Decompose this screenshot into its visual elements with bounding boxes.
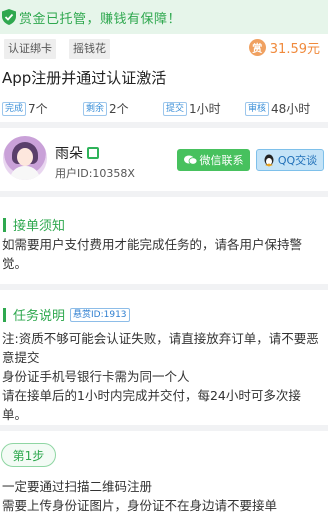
task-card: 认证绑卡 摇钱花 赏 31.59元 App注册并通过认证激活 完成 7个 剩余 … (0, 34, 328, 122)
reward-price: 赏 31.59元 (248, 38, 320, 57)
notice-header: 接单须知 (3, 215, 65, 234)
step-line: 一定要通过扫描二维码注册 (2, 479, 153, 494)
description-body: 注:资质不够可能会认证失败，请直接放弃订单，请不要恶意提交 身份证手机号银行卡需… (2, 329, 324, 424)
description-title: 任务说明 (13, 309, 66, 324)
task-tag: 认证绑卡 (4, 39, 56, 59)
qq-chat-label: QQ交谈 (277, 154, 318, 167)
stat-submit-time: 提交 1小时 (163, 100, 221, 117)
stat-label: 完成 (2, 101, 27, 116)
stat-value: 2个 (109, 102, 129, 116)
section-accent-bar (3, 217, 6, 232)
stat-value: 48小时 (271, 102, 311, 116)
section-accent-bar (3, 307, 6, 322)
description-header: 任务说明 悬赏ID:1913 (3, 305, 130, 324)
description-line: 请在接单后的1小时内完成并交付，每24小时可多次接单。 (2, 388, 301, 422)
task-tag: 摇钱花 (69, 39, 110, 59)
stat-label: 提交 (163, 101, 188, 116)
stat-remaining: 剩余 2个 (83, 100, 129, 117)
qq-penguin-icon (264, 154, 274, 166)
step-section: 第1步 一定要通过扫描二维码注册 需要上传身份证图片，身份证不在身边请不要接单 (0, 431, 328, 522)
escrow-banner: 赏金已托管，赚钱有保障！ (0, 0, 328, 34)
price-value: 31.59元 (269, 42, 320, 57)
publisher-name-row: 雨朵 (55, 143, 99, 163)
step-line: 需要上传身份证图片，身份证不在身边请不要接单 (2, 498, 278, 513)
description-line: 身份证手机号银行卡需为同一个人 (2, 369, 190, 384)
task-title: App注册并通过认证激活 (2, 69, 167, 87)
notice-title: 接单须知 (13, 219, 66, 234)
step-label: 第1步 (1, 443, 56, 467)
notice-text: 如需要用户支付费用才能完成任务的，请各用户保持警觉。 (2, 237, 303, 271)
shield-check-icon (2, 9, 16, 25)
escrow-banner-text: 赏金已托管，赚钱有保障！ (19, 11, 182, 27)
stat-label: 剩余 (83, 101, 108, 116)
publisher-name: 雨朵 (55, 146, 83, 162)
stat-value: 7个 (28, 102, 48, 116)
description-section: 任务说明 悬赏ID:1913 注:资质不够可能会认证失败，请直接放弃订单，请不要… (0, 290, 328, 425)
publisher-id: 用户ID:10358X (55, 167, 135, 180)
wechat-contact-button[interactable]: 微信联系 (177, 149, 250, 171)
wechat-contact-label: 微信联系 (199, 154, 244, 167)
verified-phone-icon (87, 147, 99, 159)
description-line: 注:资质不够可能会认证失败，请直接放弃订单，请不要恶意提交 (2, 331, 319, 365)
reward-coin-icon: 赏 (248, 39, 266, 56)
wechat-icon (183, 155, 197, 165)
stat-label: 审核 (245, 101, 270, 116)
notice-section: 接单须知 如需要用户支付费用才能完成任务的，请各用户保持警觉。 (0, 197, 328, 284)
stat-review-time: 审核 48小时 (245, 100, 310, 117)
step-body: 一定要通过扫描二维码注册 需要上传身份证图片，身份证不在身边请不要接单 (2, 477, 324, 515)
avatar[interactable] (3, 136, 47, 180)
task-id-badge: 悬赏ID:1913 (70, 307, 130, 322)
stat-completed: 完成 7个 (2, 100, 48, 117)
publisher-card: 雨朵 用户ID:10358X 微信联系 QQ交谈 (0, 128, 328, 191)
qq-chat-button[interactable]: QQ交谈 (256, 149, 324, 171)
stat-value: 1小时 (189, 102, 221, 116)
